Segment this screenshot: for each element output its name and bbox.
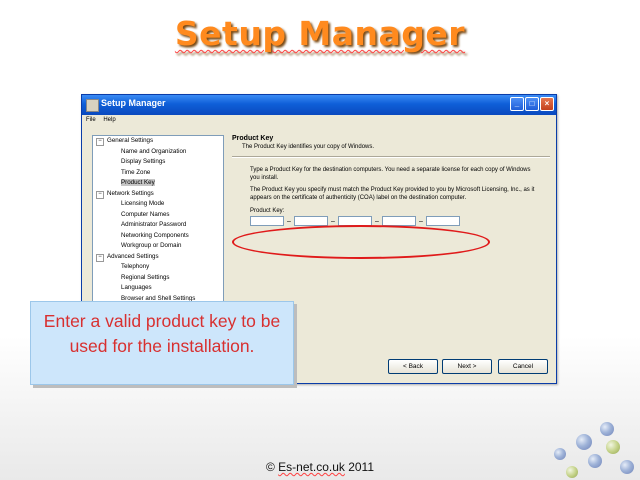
callout-text: Enter a valid product key to be used for… [43, 311, 281, 356]
divider [232, 156, 550, 158]
tree-item[interactable]: Display Settings [93, 157, 223, 168]
key-separator: – [331, 217, 335, 225]
tree-item[interactable]: Languages [93, 283, 223, 294]
minimize-icon[interactable]: _ [510, 97, 524, 111]
product-key-label: Product Key: [250, 208, 285, 214]
tree-item-label: General Settings [107, 137, 154, 144]
cancel-button[interactable]: Cancel [498, 359, 548, 374]
tree-item-label: Network Settings [107, 189, 154, 197]
tree-item-label: Time Zone [121, 168, 151, 176]
next-button[interactable]: Next > [442, 359, 492, 374]
menu-help[interactable]: Help [103, 117, 115, 123]
window-titlebar[interactable]: Setup Manager _ □ × [82, 95, 556, 115]
menu-file[interactable]: File [86, 117, 96, 123]
product-key-field-2[interactable] [294, 216, 328, 226]
product-key-fields: – – – – [250, 216, 550, 226]
panel-heading: Product Key [232, 135, 274, 142]
dot [554, 448, 566, 460]
panel-subheading: The Product Key identifies your copy of … [242, 144, 375, 150]
tree-item[interactable]: − General Settings [93, 136, 223, 147]
product-key-field-5[interactable] [426, 216, 460, 226]
tree-item-label: Display Settings [121, 158, 166, 165]
close-icon[interactable]: × [540, 97, 554, 111]
tree-item[interactable]: − Advanced Settings [93, 252, 223, 263]
tree-item[interactable]: Telephony [93, 262, 223, 273]
collapse-icon[interactable]: − [96, 190, 104, 199]
tree-item-label: Advanced Settings [107, 252, 159, 260]
footer-link[interactable]: Es-net.co.uk [278, 460, 345, 474]
window-title: Setup Manager [101, 98, 166, 108]
callout-box: Enter a valid product key to be used for… [30, 301, 294, 385]
tree-item[interactable]: Regional Settings [93, 273, 223, 284]
tree-item[interactable]: Licensing Mode [93, 199, 223, 210]
tree-item-label: Workgroup or Domain [121, 242, 182, 249]
tree-item[interactable]: Networking Components [93, 231, 223, 242]
tree-item-label: Languages [121, 284, 152, 291]
key-separator: – [419, 217, 423, 225]
tree-item-label: Licensing Mode [121, 200, 165, 207]
dot [606, 440, 620, 454]
app-icon [86, 99, 99, 112]
footer-copyright: © Es-net.co.uk 2011 [265, 460, 375, 474]
collapse-icon[interactable]: − [96, 138, 104, 146]
highlight-ellipse [232, 225, 490, 259]
maximize-icon[interactable]: □ [525, 97, 539, 111]
tree-item-label: Product Key [121, 179, 155, 186]
product-key-panel: Product Key The Product Key identifies y… [232, 135, 550, 226]
tree-item[interactable]: Time Zone [93, 168, 223, 179]
tree-item-label: Name and Organization [121, 147, 187, 155]
slide-title: Setup Manager [174, 14, 466, 53]
dot [600, 422, 614, 436]
tree-item[interactable]: − Network Settings [93, 189, 223, 200]
key-separator: – [287, 217, 291, 225]
tree-item-label: Regional Settings [121, 273, 170, 281]
back-button[interactable]: < Back [388, 359, 438, 374]
tree-item-label: Computer Names [121, 210, 170, 218]
collapse-icon[interactable]: − [96, 253, 104, 262]
tree-item[interactable]: Product Key [93, 178, 223, 189]
instructions-text: Type a Product Key for the destination c… [250, 167, 531, 181]
dot [576, 434, 592, 450]
tree-item-label: Telephony [121, 263, 150, 270]
product-key-field-1[interactable] [250, 216, 284, 226]
menubar: File Help [82, 115, 556, 126]
coa-text: The Product Key you specify must match t… [250, 187, 535, 201]
tree-item[interactable]: Workgroup or Domain [93, 241, 223, 252]
tree-item[interactable]: Computer Names [93, 210, 223, 221]
tree-item-label: Networking Components [121, 231, 189, 239]
tree-item[interactable]: Administrator Password [93, 220, 223, 231]
tree-item-label: Administrator Password [121, 221, 187, 228]
key-separator: – [375, 217, 379, 225]
tree-item[interactable]: Name and Organization [93, 147, 223, 158]
